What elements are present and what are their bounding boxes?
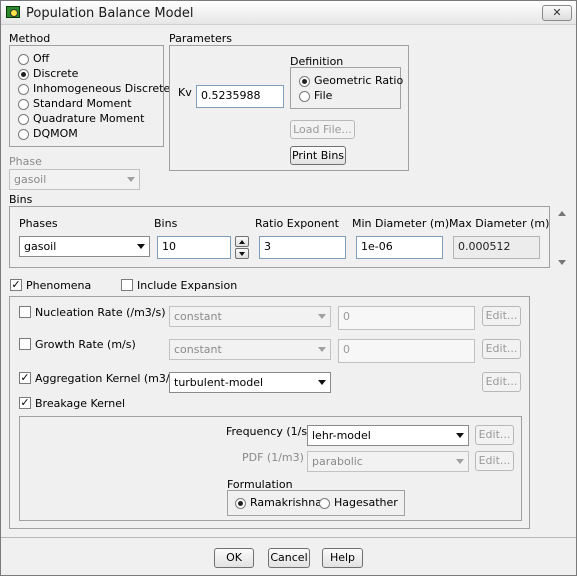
dialog-window: Population Balance Model ✕ Method Off Di… <box>0 0 577 576</box>
phenomena-label: Phenomena <box>26 279 92 292</box>
phase-select-value: gasoil <box>14 173 47 186</box>
aggregation-checkbox[interactable]: ✓ <box>19 372 31 384</box>
window-title: Population Balance Model <box>26 6 194 21</box>
kv-input[interactable]: 0.5235988 <box>196 85 284 108</box>
growth-edit-button[interactable]: Edit... <box>482 339 521 359</box>
definition-radio-geometric-ratio[interactable] <box>299 76 310 87</box>
nucleation-label: Nucleation Rate (/m3/s) <box>35 306 166 319</box>
bins-title: Bins <box>9 193 33 206</box>
breakage-checkbox[interactable]: ✓ <box>19 397 31 409</box>
parameters-title: Parameters <box>169 32 232 45</box>
chevron-down-icon <box>318 347 326 352</box>
method-radio-quadrature-moment[interactable] <box>18 114 29 125</box>
method-title: Method <box>9 32 51 45</box>
nucleation-checkbox[interactable] <box>19 306 31 318</box>
method-radio-inhomogeneous[interactable] <box>18 84 29 95</box>
chevron-down-icon <box>456 433 464 438</box>
phenomena-group: Nucleation Rate (/m3/s) constant 0 Edit.… <box>9 296 530 529</box>
definition-label-geometric-ratio: Geometric Ratio <box>314 74 404 87</box>
app-icon <box>6 6 20 18</box>
growth-value-input[interactable]: 0 <box>338 339 475 363</box>
bins-phase-select[interactable]: gasoil <box>19 236 150 257</box>
aggregation-kernel-value: turbulent-model <box>174 376 264 389</box>
phase-select[interactable]: gasoil <box>9 169 140 190</box>
include-expansion-label: Include Expansion <box>137 279 238 292</box>
frequency-select[interactable]: lehr-model <box>307 425 469 446</box>
spin-up-icon[interactable] <box>235 236 249 247</box>
method-label-discrete: Discrete <box>33 67 79 80</box>
title-bar[interactable]: Population Balance Model ✕ <box>1 1 576 25</box>
help-button[interactable]: Help <box>322 548 363 568</box>
spin-down-icon[interactable] <box>235 248 249 259</box>
ok-button[interactable]: OK <box>214 548 254 568</box>
min-diameter-input[interactable]: 1e-06 <box>356 236 443 259</box>
close-button[interactable]: ✕ <box>542 5 572 21</box>
formulation-label-ramakrishna: Ramakrishna <box>250 496 322 509</box>
growth-method-select[interactable]: constant <box>169 339 331 360</box>
frequency-select-value: lehr-model <box>312 429 371 442</box>
nucleation-method-value: constant <box>174 310 222 323</box>
definition-label-file: File <box>314 89 333 102</box>
chevron-down-icon <box>318 380 326 385</box>
ratio-exponent-input[interactable]: 3 <box>259 236 346 259</box>
breakage-label: Breakage Kernel <box>35 397 126 410</box>
method-group: Off Discrete Inhomogeneous Discrete Stan… <box>9 45 170 147</box>
cancel-button[interactable]: Cancel <box>268 548 310 568</box>
frequency-label: Frequency (1/s) <box>226 425 312 438</box>
chevron-down-icon <box>127 177 135 182</box>
method-radio-dqmom[interactable] <box>18 129 29 140</box>
print-bins-button[interactable]: Print Bins <box>290 146 346 165</box>
scroll-down-icon[interactable] <box>558 260 566 265</box>
method-radio-off[interactable] <box>18 54 29 65</box>
method-label-standard-moment: Standard Moment <box>33 97 132 110</box>
nucleation-value-input[interactable]: 0 <box>338 306 475 330</box>
parameters-group: Kv 0.5235988 Definition Geometric Ratio … <box>169 45 409 171</box>
phenomena-checkbox[interactable]: ✓ <box>10 279 22 291</box>
breakage-group: Frequency (1/s) lehr-model Edit... PDF (… <box>19 416 522 521</box>
chevron-down-icon <box>456 459 464 464</box>
bins-phase-select-value: gasoil <box>24 240 57 253</box>
pdf-edit-button[interactable]: Edit... <box>475 451 514 471</box>
method-label-inhomogeneous: Inhomogeneous Discrete <box>33 82 171 95</box>
growth-method-value: constant <box>174 343 222 356</box>
bins-header-max-diameter: Max Diameter (m) <box>449 217 550 230</box>
scroll-up-icon[interactable] <box>558 211 566 216</box>
chevron-down-icon <box>137 244 145 249</box>
max-diameter-readout: 0.000512 <box>453 236 540 259</box>
definition-group: Geometric Ratio File <box>290 67 404 109</box>
pdf-label: PDF (1/m3) <box>242 451 304 464</box>
method-label-off: Off <box>33 52 50 65</box>
include-expansion-checkbox[interactable] <box>121 279 133 291</box>
definition-radio-file[interactable] <box>299 91 310 102</box>
formulation-label-hagesather: Hagesather <box>334 496 398 509</box>
bins-header-bins: Bins <box>154 217 178 230</box>
formulation-group: Ramakrishna Hagesather <box>227 490 405 516</box>
pdf-select-value: parabolic <box>312 455 363 468</box>
kv-label: Kv <box>178 86 192 99</box>
method-label-quadrature-moment: Quadrature Moment <box>33 112 145 125</box>
nucleation-edit-button[interactable]: Edit... <box>482 306 521 326</box>
method-radio-standard-moment[interactable] <box>18 99 29 110</box>
footer-divider <box>1 537 576 538</box>
aggregation-label: Aggregation Kernel (m3/s) <box>35 372 180 385</box>
frequency-edit-button[interactable]: Edit... <box>475 425 514 445</box>
bins-header-ratio-exponent: Ratio Exponent <box>255 217 339 230</box>
formulation-radio-hagesather[interactable] <box>319 498 330 509</box>
method-label-dqmom: DQMOM <box>33 127 78 140</box>
chevron-down-icon <box>318 314 326 319</box>
pdf-select[interactable]: parabolic <box>307 451 469 472</box>
nucleation-method-select[interactable]: constant <box>169 306 331 327</box>
bins-group: Phases Bins Ratio Exponent Min Diameter … <box>9 206 550 268</box>
load-file-button[interactable]: Load File... <box>290 120 355 139</box>
growth-checkbox[interactable] <box>19 338 31 350</box>
method-radio-discrete[interactable] <box>18 69 29 80</box>
bins-header-min-diameter: Min Diameter (m) <box>352 217 450 230</box>
bins-header-phases: Phases <box>19 217 58 230</box>
growth-label: Growth Rate (m/s) <box>35 338 136 351</box>
formulation-radio-ramakrishna[interactable] <box>235 498 246 509</box>
phase-label: Phase <box>9 155 42 168</box>
aggregation-kernel-select[interactable]: turbulent-model <box>169 372 331 393</box>
bins-count-input[interactable]: 10 <box>157 236 231 259</box>
aggregation-edit-button[interactable]: Edit... <box>482 372 521 392</box>
